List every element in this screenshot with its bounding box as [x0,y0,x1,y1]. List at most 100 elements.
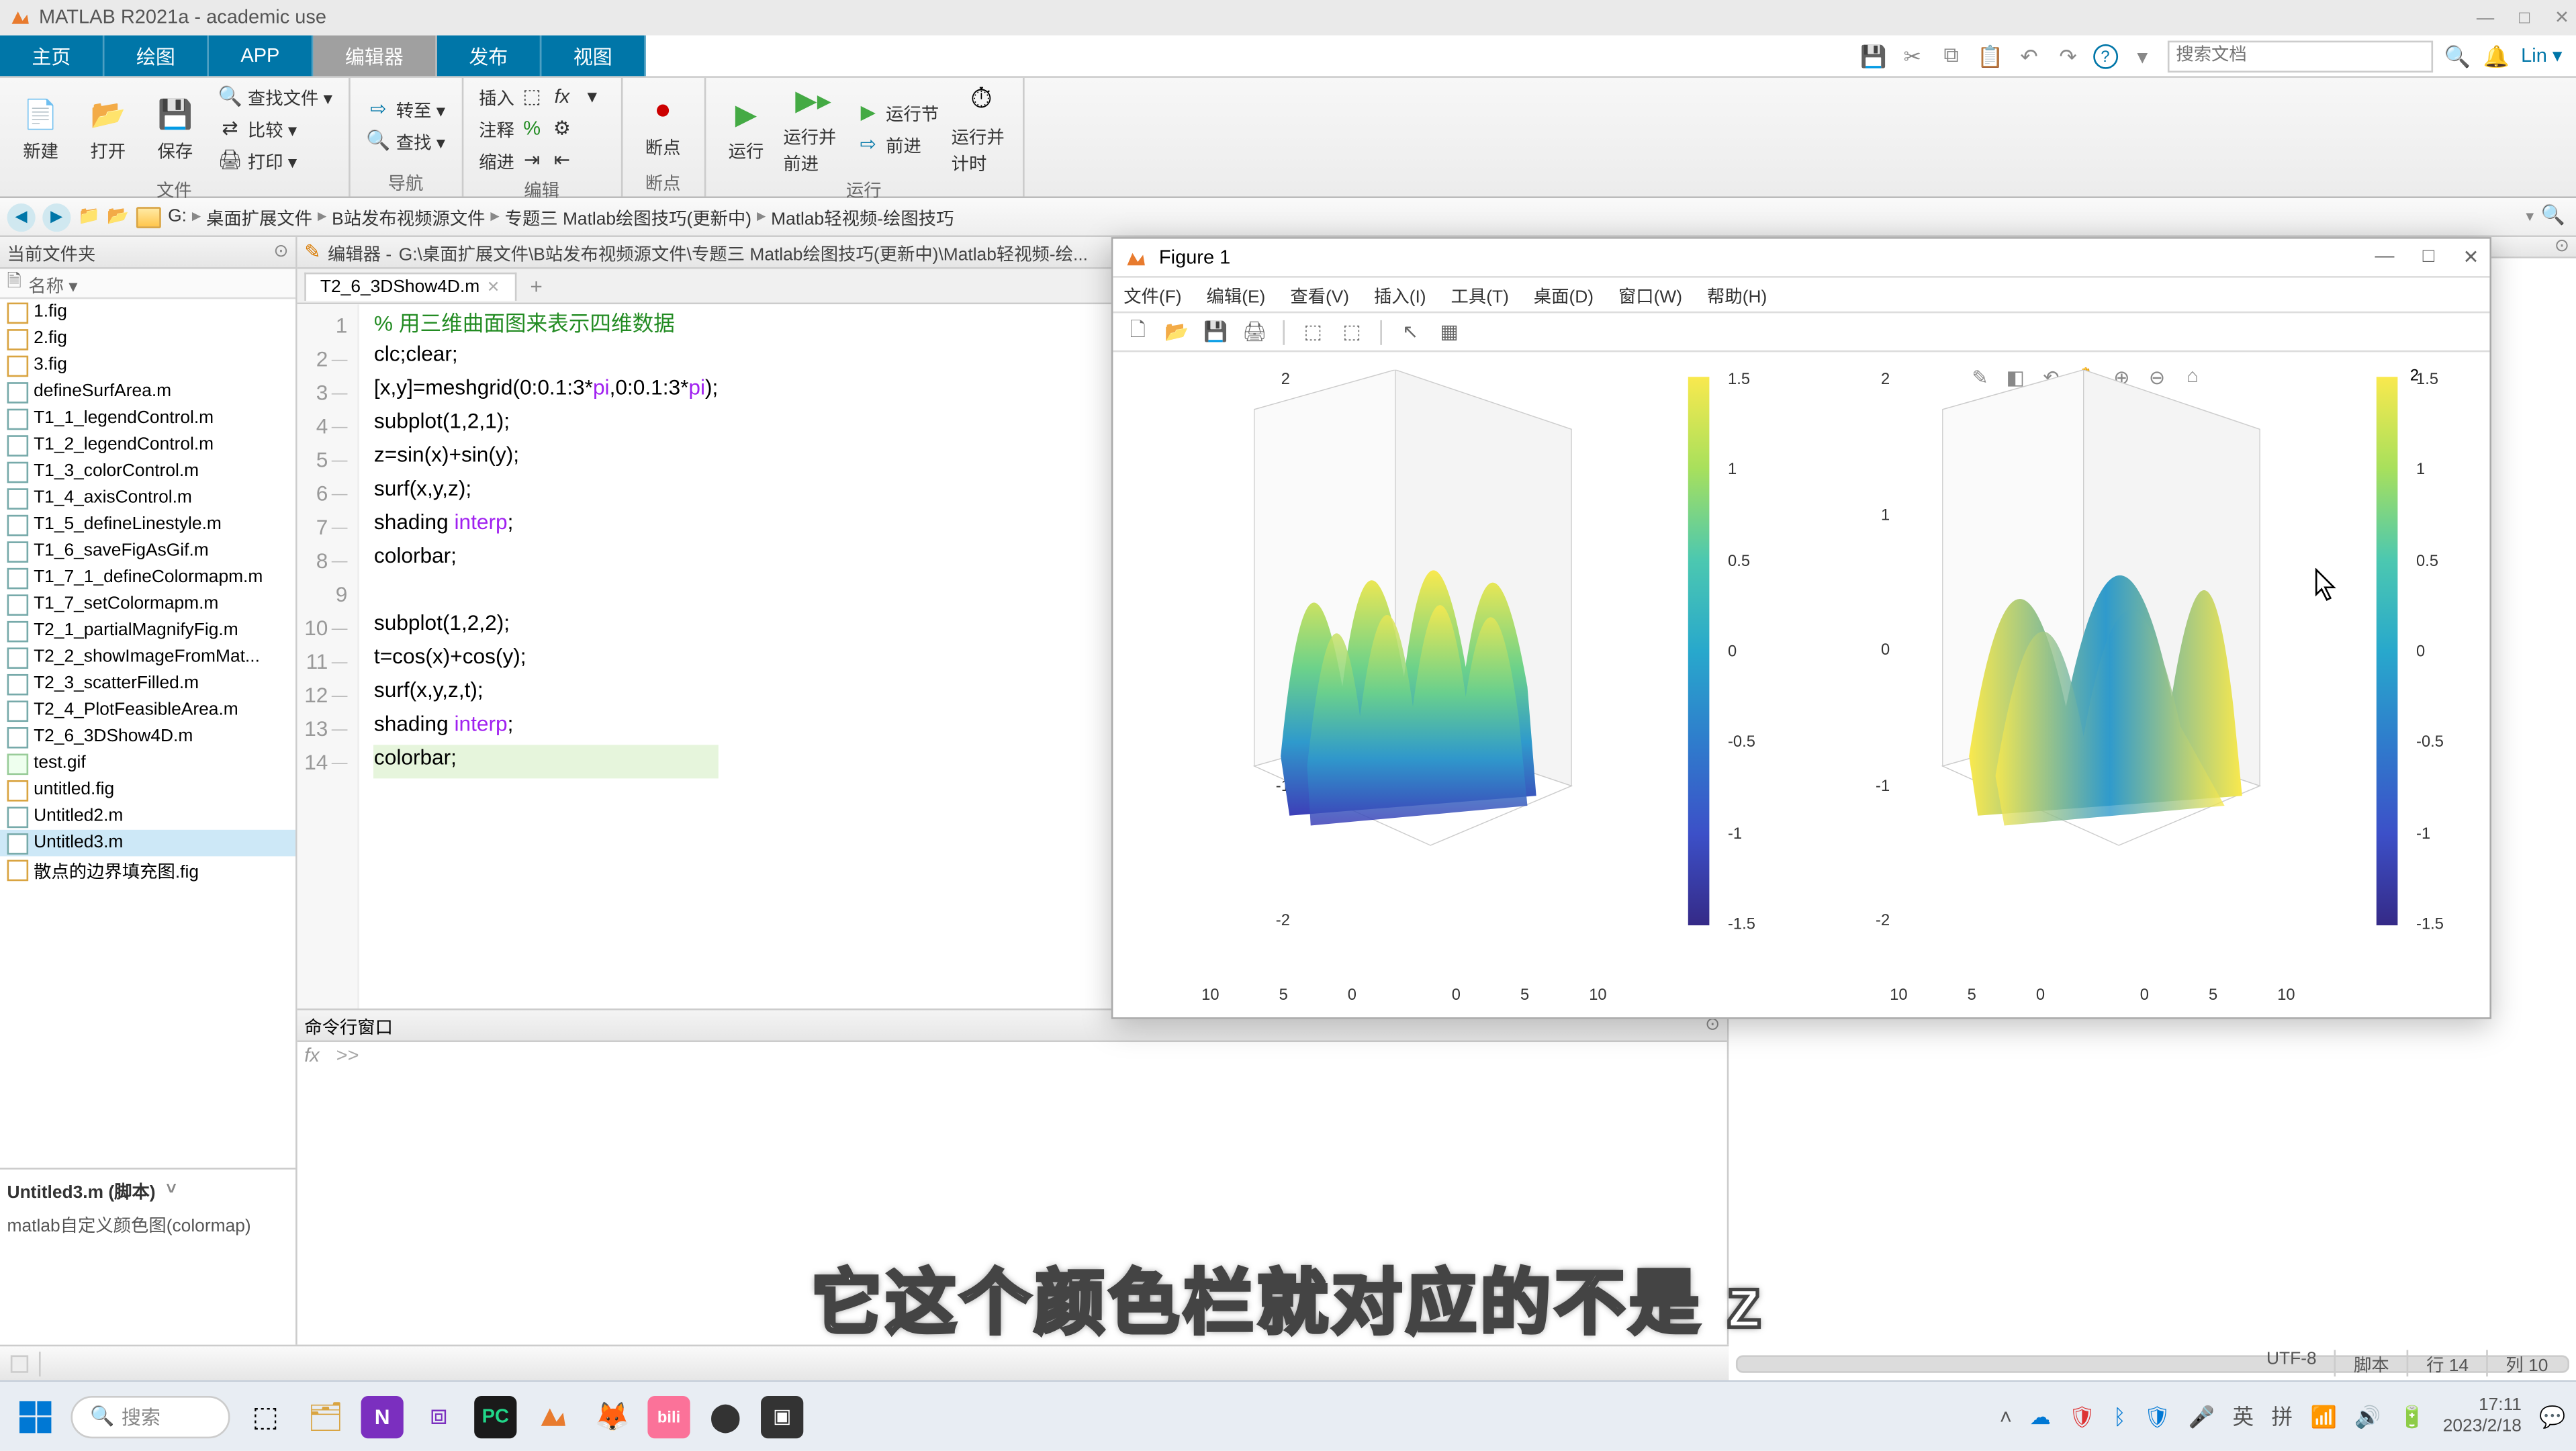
file-item[interactable]: T1_3_colorControl.m [0,458,295,485]
crumb-1[interactable]: 桌面扩展文件 [206,203,312,230]
notifications-icon[interactable]: 🔔 [2482,42,2510,70]
edit-plot-icon[interactable]: ▦ [1435,318,1463,346]
figure-titlebar[interactable]: Figure 1 — □ ✕ [1113,239,2489,278]
breadcrumb[interactable]: G:▸ 桌面扩展文件▸ B站发布视频源文件▸ 专题三 Matlab绘图技巧(更新… [168,203,2519,230]
crumb-drive[interactable]: G: [168,207,187,226]
dock-icon[interactable]: ⬚ [1299,318,1327,346]
nav-forward-icon[interactable]: ▶ [42,203,71,231]
crumb-2[interactable]: B站发布视频源文件 [332,203,485,230]
taskbar-search[interactable]: 🔍 搜索 [71,1395,230,1438]
address-dropdown-icon[interactable]: ▾ [2526,207,2534,226]
obs-icon[interactable]: ⬤ [700,1391,750,1441]
file-item[interactable]: T1_6_saveFigAsGif.m [0,538,295,565]
user-menu[interactable]: Lin ▾ [2521,44,2562,67]
file-item[interactable]: 2.fig [0,326,295,353]
file-item[interactable]: 散点的边界填充图.fig [0,856,295,883]
tab-editor[interactable]: 编辑器 [313,36,436,77]
search-icon[interactable]: 🔍 [2443,42,2471,70]
figure-menu-help[interactable]: 帮助(H) [1707,281,1767,308]
pointer-icon[interactable]: ↖ [1396,318,1424,346]
run-section-button[interactable]: ▶运行节 [850,97,944,128]
bilibili-icon[interactable]: bili [647,1395,690,1438]
tray-onedrive-icon[interactable]: ☁ [2029,1404,2051,1429]
window-minimize-button[interactable]: — [2477,8,2494,28]
crumb-3[interactable]: 专题三 Matlab绘图技巧(更新中) [505,203,751,230]
tray-security-icon[interactable]: 🛡 [2068,1404,2095,1429]
tray-bluetooth-icon[interactable]: ᛒ [2113,1404,2126,1429]
collapse-icon[interactable]: ⊙ [2555,237,2569,256]
line-number[interactable]: 6— [304,476,347,510]
save-icon[interactable]: 💾 [1859,42,1888,70]
new-button[interactable]: 📄新建 [11,95,71,162]
file-item[interactable]: T1_1_legendControl.m [0,405,295,432]
folder-up-icon[interactable]: 📁 [78,207,100,226]
find-files-button[interactable]: 🔍查找文件 ▾ [212,81,338,111]
file-item[interactable]: T2_6_3DShow4D.m [0,724,295,751]
line-number[interactable]: 11— [304,644,347,677]
tray-volume-icon[interactable]: 🔊 [2354,1404,2381,1429]
run-button[interactable]: ▶运行 [716,95,776,162]
file-item[interactable]: 3.fig [0,352,295,379]
figure-menu-file[interactable]: 文件(F) [1123,281,1181,308]
tab-plots[interactable]: 绘图 [104,36,208,77]
figure-menu-view[interactable]: 查看(V) [1290,281,1349,308]
start-button[interactable] [11,1391,60,1441]
line-number[interactable]: 8— [304,543,347,577]
pycharm-icon[interactable]: PC [474,1395,516,1438]
save-figure-icon[interactable]: 💾 [1201,318,1230,346]
file-column-header[interactable]: 🗎 名称 ▾ [0,269,295,299]
indent-button[interactable]: 缩进 ⇥⇤ [473,145,610,175]
figure-minimize-button[interactable]: — [2375,246,2394,269]
line-number[interactable]: 3— [304,375,347,409]
taskbar-clock[interactable]: 17:11 2023/2/18 [2443,1395,2522,1438]
file-item[interactable]: Untitled3.m [0,830,295,857]
file-item[interactable]: T1_4_axisControl.m [0,485,295,512]
community-icon[interactable]: ▾ [2128,42,2156,70]
figure-menu-edit[interactable]: 编辑(E) [1206,281,1265,308]
file-item[interactable]: T1_7_setColormapm.m [0,591,295,618]
window-maximize-button[interactable]: □ [2519,8,2530,28]
address-search-icon[interactable]: 🔍 [2541,203,2569,231]
tab-apps[interactable]: APP [209,36,314,77]
tray-ime1[interactable]: 英 [2232,1401,2254,1432]
folder-browse-icon[interactable]: 📂 [107,207,129,226]
open-button[interactable]: 📂打开 [78,95,138,162]
line-number[interactable]: 14— [304,745,347,778]
tray-defender-icon[interactable]: 🛡 [2144,1404,2170,1429]
line-gutter[interactable]: 12—3—4—5—6—7—8—910—11—12—13—14— [297,304,360,1009]
crumb-4[interactable]: Matlab轻视频-绘图技巧 [771,203,954,230]
find-button[interactable]: 🔍查找 ▾ [361,126,451,156]
tray-ime2[interactable]: 拼 [2271,1401,2293,1432]
figure-maximize-button[interactable]: □ [2423,246,2435,269]
print-button[interactable]: 🖨打印 ▾ [212,145,338,175]
command-window-body[interactable]: fx >> [297,1042,1727,1345]
file-item[interactable]: T1_7_1_defineColormapm.m [0,565,295,592]
line-number[interactable]: 5— [304,442,347,476]
tray-notifications-icon[interactable]: 💬 [2539,1404,2565,1429]
help-icon[interactable]: ? [2093,44,2118,68]
subplot-1[interactable]: 2 1 0 -1 -2 [1113,352,1801,1017]
file-item[interactable]: T1_2_legendControl.m [0,432,295,459]
save-button[interactable]: 💾保存 [145,95,205,162]
subplot-2[interactable]: ✎ ◧ ⟲ ✋ ⊕ ⊖ ⌂ 2 1 0 -1 -2 [1801,352,2489,1017]
visualstudio-icon[interactable]: ⧈ [414,1391,464,1441]
file-item[interactable]: T2_4_PlotFeasibleArea.m [0,697,295,724]
tab-add-button[interactable]: + [520,270,553,301]
new-figure-icon[interactable]: 🗋 [1123,318,1152,346]
print-figure-icon[interactable]: 🖨 [1240,318,1269,346]
figure-menu-tools[interactable]: 工具(T) [1451,281,1508,308]
file-item[interactable]: test.gif [0,750,295,777]
compare-button[interactable]: ⇄比较 ▾ [212,113,338,144]
line-number[interactable]: 4— [304,409,347,442]
close-icon[interactable]: ✕ [487,277,500,296]
insert-button[interactable]: 插入 ⬚ fx ▾ [473,81,610,111]
file-explorer-icon[interactable]: 🗂 [301,1391,351,1441]
firefox-icon[interactable]: 🦊 [588,1391,637,1441]
file-item[interactable]: T2_2_showImageFromMat... [0,644,295,671]
line-number[interactable]: 12— [304,677,347,711]
comment-button[interactable]: 注释 %⚙ [473,113,610,144]
line-number[interactable]: 1 [304,308,347,341]
file-item[interactable]: untitled.fig [0,777,295,804]
figure-window[interactable]: Figure 1 — □ ✕ 文件(F) 编辑(E) 查看(V) 插入(I) 工… [1111,237,2491,1019]
figure-menu-desktop[interactable]: 桌面(D) [1534,281,1594,308]
